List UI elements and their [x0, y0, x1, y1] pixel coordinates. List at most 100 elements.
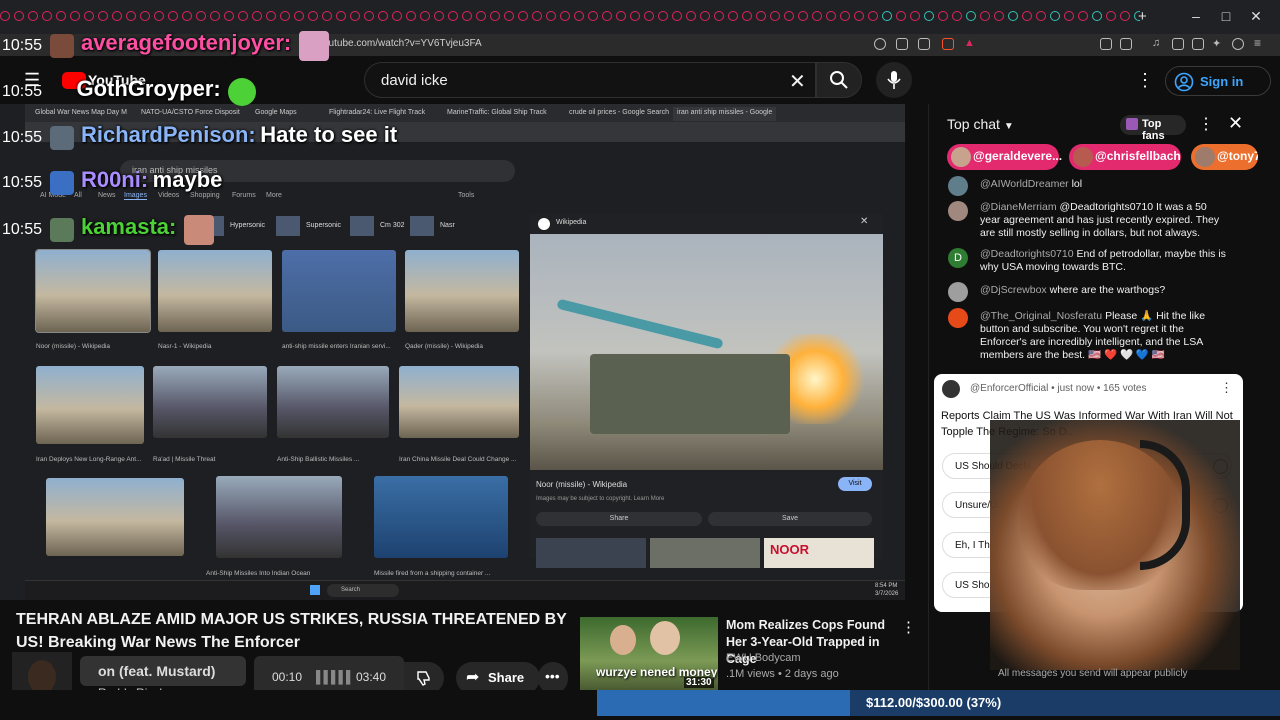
tab-favicon-icon[interactable] [518, 11, 528, 21]
maximize-button[interactable]: □ [1216, 8, 1236, 26]
tab-favicon-icon[interactable] [42, 11, 52, 21]
tab-favicon-icon[interactable] [868, 11, 878, 21]
tab-favicon-icon[interactable] [644, 11, 654, 21]
tab-favicon-icon[interactable] [798, 11, 808, 21]
brave-shield-icon[interactable] [942, 38, 954, 50]
tab-favicon-icon[interactable] [1092, 11, 1102, 21]
tab-favicon-icon[interactable] [896, 11, 906, 21]
tab-favicon-icon[interactable] [756, 11, 766, 21]
tab-favicon-icon[interactable] [980, 11, 990, 21]
tab-favicon-icon[interactable] [1064, 11, 1074, 21]
tab-favicon-icon[interactable] [280, 11, 290, 21]
media-icon[interactable]: ♫ [1152, 37, 1160, 49]
pinned-donor[interactable]: @geraldevere... [947, 144, 1062, 170]
zoom-icon[interactable] [874, 38, 886, 50]
tab-favicons[interactable] [0, 11, 1140, 25]
cast-icon[interactable] [896, 38, 908, 50]
wallet-icon[interactable] [1192, 38, 1204, 50]
tab-favicon-icon[interactable] [238, 11, 248, 21]
tab-favicon-icon[interactable] [168, 11, 178, 21]
tab-favicon-icon[interactable] [0, 11, 10, 21]
leo-icon[interactable]: ✦ [1212, 37, 1221, 50]
tab-favicon-icon[interactable] [1022, 11, 1032, 21]
search-value[interactable]: david icke [381, 72, 448, 89]
tab-favicon-icon[interactable] [994, 11, 1004, 21]
tab-favicon-icon[interactable] [812, 11, 822, 21]
tab-favicon-icon[interactable] [98, 11, 108, 21]
tab-favicon-icon[interactable] [1120, 11, 1130, 21]
tab-favicon-icon[interactable] [1050, 11, 1060, 21]
tab-favicon-icon[interactable] [1008, 11, 1018, 21]
tab-favicon-icon[interactable] [546, 11, 556, 21]
tab-favicon-icon[interactable] [392, 11, 402, 21]
tab-favicon-icon[interactable] [602, 11, 612, 21]
tab-favicon-icon[interactable] [714, 11, 724, 21]
recommended-channel[interactable]: EWU Bodycam [726, 652, 801, 664]
menu-icon[interactable]: ≡ [1254, 36, 1261, 50]
tab-favicon-icon[interactable] [826, 11, 836, 21]
tab-favicon-icon[interactable] [462, 11, 472, 21]
tab-favicon-icon[interactable] [728, 11, 738, 21]
minimize-button[interactable]: – [1186, 8, 1206, 26]
extensions-icon[interactable] [1100, 38, 1112, 50]
chat-menu-icon[interactable]: ⋮ [1198, 114, 1214, 134]
pinned-donor[interactable]: @chrisfellbach [1069, 144, 1181, 170]
pinned-donor[interactable]: @tony7( [1191, 144, 1258, 170]
tab-favicon-icon[interactable] [938, 11, 948, 21]
tab-favicon-icon[interactable] [406, 11, 416, 21]
tab-favicon-icon[interactable] [770, 11, 780, 21]
tab-favicon-icon[interactable] [112, 11, 122, 21]
tab-favicon-icon[interactable] [210, 11, 220, 21]
tab-favicon-icon[interactable] [924, 11, 934, 21]
tab-favicon-icon[interactable] [1106, 11, 1116, 21]
tab-favicon-icon[interactable] [14, 11, 24, 21]
tab-favicon-icon[interactable] [532, 11, 542, 21]
tab-favicon-icon[interactable] [322, 11, 332, 21]
tab-favicon-icon[interactable] [420, 11, 430, 21]
tab-favicon-icon[interactable] [854, 11, 864, 21]
top-fans-button[interactable]: Top fans [1120, 115, 1186, 142]
close-chat-icon[interactable]: ✕ [1228, 113, 1243, 134]
tab-favicon-icon[interactable] [266, 11, 276, 21]
tab-favicon-icon[interactable] [952, 11, 962, 21]
url-text[interactable]: youtube.com/watch?v=YV6Tvjeu3FA [318, 38, 482, 49]
tab-favicon-icon[interactable] [490, 11, 500, 21]
tab-favicon-icon[interactable] [224, 11, 234, 21]
tab-favicon-icon[interactable] [70, 11, 80, 21]
tab-favicon-icon[interactable] [476, 11, 486, 21]
tab-favicon-icon[interactable] [616, 11, 626, 21]
sidebar-icon[interactable] [1172, 38, 1184, 50]
search-input[interactable]: david icke ✕ [364, 62, 816, 98]
recommended-thumbnail[interactable]: wurzye nened money 31:30 [580, 617, 718, 690]
tab-favicon-icon[interactable] [434, 11, 444, 21]
tab-favicon-icon[interactable] [1078, 11, 1088, 21]
tab-favicon-icon[interactable] [448, 11, 458, 21]
new-tab-button[interactable]: + [1138, 8, 1147, 25]
tab-favicon-icon[interactable] [364, 11, 374, 21]
tab-favicon-icon[interactable] [742, 11, 752, 21]
tab-favicon-icon[interactable] [84, 11, 94, 21]
voice-search-button[interactable] [876, 62, 912, 98]
tab-favicon-icon[interactable] [336, 11, 346, 21]
tab-favicon-icon[interactable] [840, 11, 850, 21]
tab-favicon-icon[interactable] [588, 11, 598, 21]
sign-in-button[interactable]: Sign in [1165, 66, 1271, 96]
tab-favicon-icon[interactable] [560, 11, 570, 21]
tab-favicon-icon[interactable] [700, 11, 710, 21]
tab-search-icon[interactable] [1120, 38, 1132, 50]
tab-favicon-icon[interactable] [784, 11, 794, 21]
top-chat-dropdown[interactable]: Top chat ▼ [947, 116, 1014, 132]
tab-favicon-icon[interactable] [504, 11, 514, 21]
tab-favicon-icon[interactable] [658, 11, 668, 21]
search-button[interactable] [816, 62, 862, 98]
rewards-icon[interactable]: ▲ [964, 37, 975, 49]
tab-favicon-icon[interactable] [126, 11, 136, 21]
tab-favicon-icon[interactable] [882, 11, 892, 21]
tab-favicon-icon[interactable] [308, 11, 318, 21]
more-options-icon[interactable]: ⋮ [1136, 70, 1154, 91]
tab-favicon-icon[interactable] [350, 11, 360, 21]
recommended-menu-icon[interactable]: ⋮ [901, 618, 916, 636]
tab-favicon-icon[interactable] [1036, 11, 1046, 21]
tab-favicon-icon[interactable] [672, 11, 682, 21]
tab-favicon-icon[interactable] [966, 11, 976, 21]
